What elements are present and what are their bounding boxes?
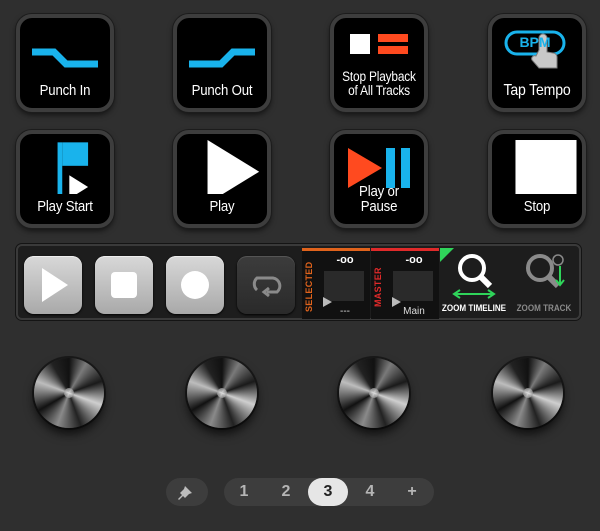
stop-all-tracks-label-line1: Stop Playback — [342, 69, 416, 84]
punch-in-icon — [32, 48, 98, 68]
zoom-timeline-button[interactable]: ZOOM TIMELINE — [440, 248, 508, 316]
stop-all-tracks-label-line2: of All Tracks — [348, 83, 410, 98]
stop-icon — [111, 272, 137, 298]
selected-meter-db: -oo — [336, 254, 354, 266]
bpm-icon-text: BPM — [519, 34, 551, 50]
active-corner-indicator — [440, 248, 454, 262]
master-meter-label: MASTER — [373, 267, 383, 307]
play-icon — [207, 140, 260, 194]
transport-loop-button[interactable] — [237, 256, 295, 314]
page-selector: 1 2 3 4 + — [224, 478, 434, 506]
master-meter[interactable]: MASTER -oo Main — [371, 248, 439, 319]
knob-4[interactable] — [493, 358, 563, 428]
play-start-icon — [57, 142, 89, 194]
transport-stop-button[interactable] — [95, 256, 153, 314]
tap-tempo-button[interactable]: BPM Tap Tempo — [488, 14, 586, 112]
stop-icon — [515, 140, 577, 194]
selected-meter-label: SELECTED — [304, 261, 314, 313]
transport-play-button[interactable] — [24, 256, 82, 314]
add-page-button[interactable]: + — [392, 478, 432, 506]
page-4[interactable]: 4 — [350, 478, 390, 506]
selected-track-meter[interactable]: SELECTED -oo --- — [302, 248, 370, 319]
play-or-pause-button[interactable]: Play or Pause — [330, 130, 428, 228]
punch-out-icon — [189, 48, 255, 68]
selected-meter-value: --- — [340, 306, 350, 317]
zoom-track-label: ZOOM TRACK — [516, 303, 572, 314]
transport-record-button[interactable] — [166, 256, 224, 314]
stop-all-tracks-button[interactable]: Stop Playback of All Tracks — [330, 14, 428, 112]
play-or-pause-label: Play or Pause — [359, 183, 399, 215]
knob-3[interactable] — [339, 358, 409, 428]
tap-tempo-label: Tap Tempo — [503, 82, 571, 99]
page-3[interactable]: 3 — [308, 478, 348, 506]
stop-button[interactable]: Stop — [488, 130, 586, 228]
pin-icon — [178, 486, 192, 500]
stop-label: Stop — [523, 198, 551, 215]
loop-icon — [252, 276, 282, 298]
transport-bar: SELECTED -oo --- MASTER -oo Main ZOOM TI… — [16, 244, 581, 320]
page-2[interactable]: 2 — [266, 478, 306, 506]
play-button[interactable]: Play — [173, 130, 271, 228]
zoom-track-button[interactable]: ZOOM TRACK — [510, 248, 578, 316]
knob-1[interactable] — [34, 358, 104, 428]
knob-2[interactable] — [187, 358, 257, 428]
record-icon — [181, 271, 209, 299]
master-meter-db: -oo — [405, 254, 423, 266]
pin-button[interactable] — [166, 478, 208, 506]
punch-out-label: Punch Out — [191, 82, 253, 99]
master-meter-value: Main — [403, 306, 425, 317]
zoom-timeline-label: ZOOM TIMELINE — [441, 303, 507, 314]
punch-in-button[interactable]: Punch In — [16, 14, 114, 112]
play-start-button[interactable]: Play Start — [16, 130, 114, 228]
stop-all-tracks-label: Stop Playback of All Tracks — [339, 70, 418, 98]
play-label: Play — [209, 198, 235, 215]
page-1[interactable]: 1 — [224, 478, 264, 506]
zoom-track-icon — [526, 254, 565, 289]
punch-in-label: Punch In — [39, 82, 91, 99]
play-icon — [42, 268, 68, 302]
punch-out-button[interactable]: Punch Out — [173, 14, 271, 112]
stop-all-tracks-icon — [350, 34, 408, 54]
play-start-label: Play Start — [37, 198, 93, 215]
